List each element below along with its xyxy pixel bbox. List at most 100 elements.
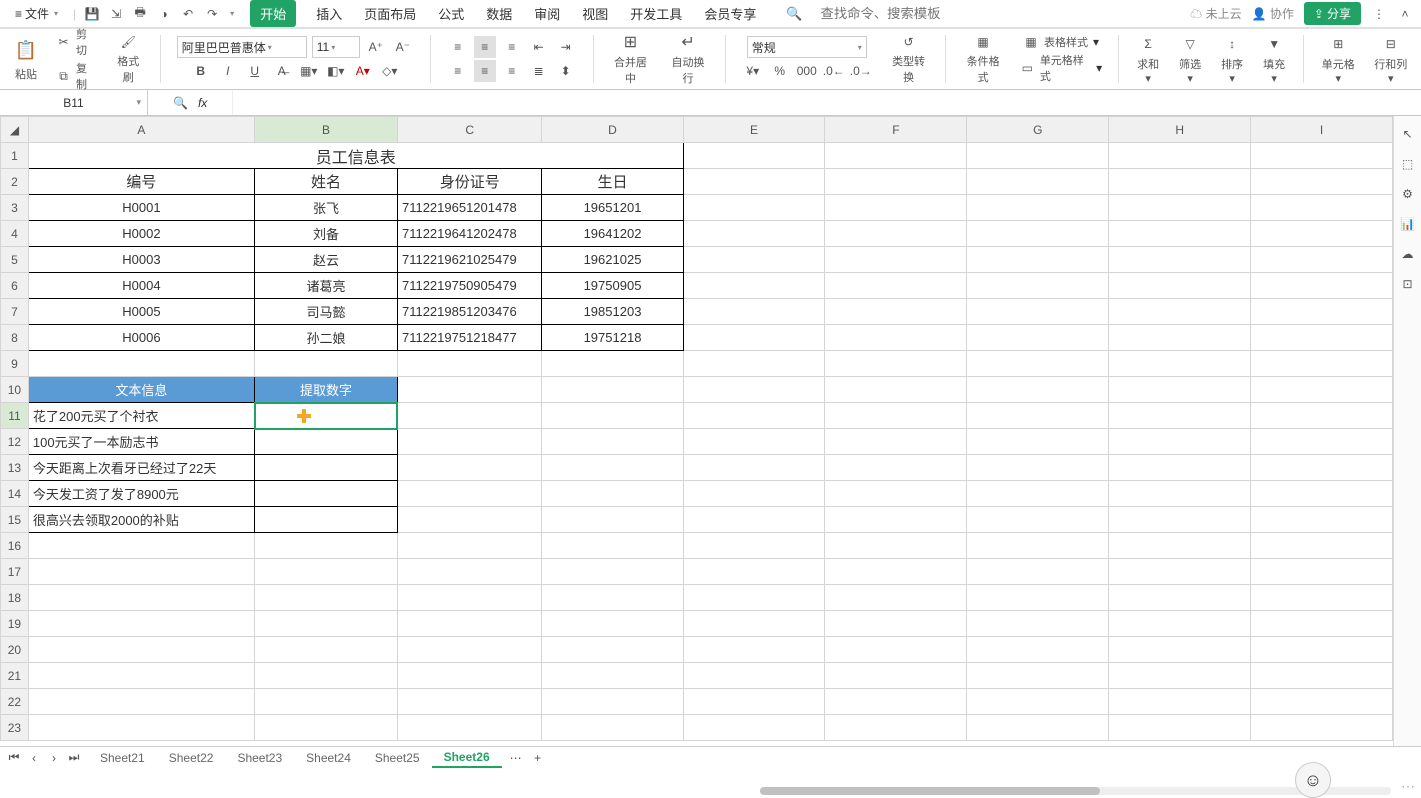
col-I[interactable]: I bbox=[1251, 117, 1393, 143]
italic-button[interactable]: I bbox=[217, 60, 239, 82]
chart-panel-icon[interactable]: 📊 bbox=[1400, 216, 1416, 232]
row-15[interactable]: 15 bbox=[1, 507, 29, 533]
cells-button[interactable]: ⊞ bbox=[1327, 33, 1349, 54]
row-8[interactable]: 8 bbox=[1, 325, 29, 351]
align-center-icon[interactable]: ≡ bbox=[474, 60, 496, 82]
row-23[interactable]: 23 bbox=[1, 715, 29, 741]
percent-icon[interactable]: % bbox=[769, 60, 791, 82]
align-middle-icon[interactable]: ≡ bbox=[474, 36, 496, 58]
justify-icon[interactable]: ≣ bbox=[528, 60, 550, 82]
fill-color-button[interactable]: ◧▾ bbox=[325, 60, 347, 82]
format-painter-button[interactable]: 🖌 bbox=[116, 33, 140, 51]
align-top-icon[interactable]: ≡ bbox=[447, 36, 469, 58]
row-22[interactable]: 22 bbox=[1, 689, 29, 715]
tab-sheet21[interactable]: Sheet21 bbox=[88, 749, 157, 767]
menu-data[interactable]: 数据 bbox=[484, 0, 514, 27]
col-C[interactable]: C bbox=[397, 117, 541, 143]
cell-B2[interactable]: 姓名 bbox=[255, 169, 398, 195]
cut-icon[interactable]: ✂ bbox=[56, 34, 71, 50]
orientation-icon[interactable]: ⬍ bbox=[555, 60, 577, 82]
col-B[interactable]: B bbox=[255, 117, 398, 143]
save-icon[interactable]: 💾 bbox=[84, 6, 100, 22]
menu-member[interactable]: 会员专享 bbox=[702, 0, 758, 27]
tab-sheet22[interactable]: Sheet22 bbox=[157, 749, 226, 767]
col-F[interactable]: F bbox=[825, 117, 967, 143]
file-menu[interactable]: ≡ 文件 ▾ bbox=[8, 2, 65, 25]
share-button[interactable]: ⇪ 分享 bbox=[1304, 2, 1361, 25]
font-name-select[interactable]: 阿里巴巴普惠体▾ bbox=[177, 36, 307, 58]
col-D[interactable]: D bbox=[542, 117, 683, 143]
cell-B11[interactable] bbox=[255, 403, 398, 429]
number-format-select[interactable]: 常规▾ bbox=[747, 36, 867, 58]
tab-add-icon[interactable]: + bbox=[530, 750, 546, 766]
row-3[interactable]: 3 bbox=[1, 195, 29, 221]
cell-A1[interactable]: 员工信息表 bbox=[28, 143, 683, 169]
copy-icon[interactable]: ⧉ bbox=[56, 68, 71, 84]
type-convert-button[interactable]: ↺ bbox=[898, 33, 920, 51]
row-5[interactable]: 5 bbox=[1, 247, 29, 273]
qat-more[interactable]: ▾ bbox=[230, 9, 234, 18]
select-all-corner[interactable]: ◢ bbox=[1, 117, 29, 143]
print-icon[interactable]: 🖶 bbox=[132, 6, 148, 22]
currency-icon[interactable]: ¥▾ bbox=[742, 60, 764, 82]
menu-review[interactable]: 审阅 bbox=[532, 0, 562, 27]
tab-sheet24[interactable]: Sheet24 bbox=[294, 749, 363, 767]
settings-panel-icon[interactable]: ⚙ bbox=[1400, 186, 1416, 202]
inc-decimal-icon[interactable]: .0← bbox=[823, 60, 845, 82]
select-panel-icon[interactable]: ⬚ bbox=[1400, 156, 1416, 172]
dec-decimal-icon[interactable]: .0→ bbox=[850, 60, 872, 82]
row-21[interactable]: 21 bbox=[1, 663, 29, 689]
indent-inc-icon[interactable]: ⇥ bbox=[555, 36, 577, 58]
preview-icon[interactable]: ◑ bbox=[156, 6, 172, 22]
row-11[interactable]: 11 bbox=[1, 403, 29, 429]
tab-more-icon[interactable]: ⋯ bbox=[508, 750, 524, 766]
menu-start[interactable]: 开始 bbox=[250, 0, 296, 27]
rowcol-button[interactable]: ⊟ bbox=[1380, 33, 1402, 54]
tab-prev-icon[interactable]: ‹ bbox=[26, 750, 42, 766]
row-20[interactable]: 20 bbox=[1, 637, 29, 663]
filter-button[interactable]: ▽ bbox=[1179, 33, 1201, 54]
align-bottom-icon[interactable]: ≡ bbox=[501, 36, 523, 58]
clear-format-button[interactable]: ◇▾ bbox=[379, 60, 401, 82]
menu-dev[interactable]: 开发工具 bbox=[628, 0, 684, 27]
search-fn-icon[interactable]: 🔍 bbox=[173, 96, 188, 110]
row-16[interactable]: 16 bbox=[1, 533, 29, 559]
wrap-button[interactable]: ↵ bbox=[677, 32, 699, 52]
col-H[interactable]: H bbox=[1109, 117, 1251, 143]
redo-icon[interactable]: ↷ bbox=[204, 6, 220, 22]
menu-insert[interactable]: 插入 bbox=[314, 0, 344, 27]
backup-panel-icon[interactable]: ☁ bbox=[1400, 246, 1416, 262]
cloud-status[interactable]: ☁ 未上云 bbox=[1190, 5, 1241, 22]
export-icon[interactable]: ⇲ bbox=[108, 6, 124, 22]
assistant-icon[interactable]: ☺ bbox=[1295, 762, 1331, 798]
align-right-icon[interactable]: ≡ bbox=[501, 60, 523, 82]
row-6[interactable]: 6 bbox=[1, 273, 29, 299]
cond-format-button[interactable]: ▦ bbox=[972, 33, 994, 51]
cell-style-icon[interactable]: ▭ bbox=[1020, 60, 1035, 76]
row-9[interactable]: 9 bbox=[1, 351, 29, 377]
cursor-panel-icon[interactable]: ↖ bbox=[1400, 126, 1416, 142]
row-12[interactable]: 12 bbox=[1, 429, 29, 455]
row-4[interactable]: 4 bbox=[1, 221, 29, 247]
merge-button[interactable]: ⊞ bbox=[619, 32, 641, 52]
row-2[interactable]: 2 bbox=[1, 169, 29, 195]
tab-sheet23[interactable]: Sheet23 bbox=[225, 749, 294, 767]
align-left-icon[interactable]: ≡ bbox=[447, 60, 469, 82]
name-box[interactable]: B11 bbox=[0, 90, 148, 115]
bold-button[interactable]: B bbox=[190, 60, 212, 82]
formula-input[interactable] bbox=[232, 90, 1421, 115]
tab-sheet25[interactable]: Sheet25 bbox=[363, 749, 432, 767]
border-button[interactable]: ▦▾ bbox=[298, 60, 320, 82]
col-A[interactable]: A bbox=[28, 117, 254, 143]
menu-view[interactable]: 视图 bbox=[580, 0, 610, 27]
row-13[interactable]: 13 bbox=[1, 455, 29, 481]
undo-icon[interactable]: ↶ bbox=[180, 6, 196, 22]
decrease-font-icon[interactable]: A⁻ bbox=[392, 36, 414, 58]
tab-first-icon[interactable]: ⏮ bbox=[6, 750, 22, 766]
strike-button[interactable]: A̶ bbox=[271, 60, 293, 82]
cell-A2[interactable]: 编号 bbox=[28, 169, 254, 195]
font-color-button[interactable]: A▾ bbox=[352, 60, 374, 82]
cell-D2[interactable]: 生日 bbox=[542, 169, 683, 195]
row-19[interactable]: 19 bbox=[1, 611, 29, 637]
table-style-icon[interactable]: ▦ bbox=[1023, 34, 1039, 50]
